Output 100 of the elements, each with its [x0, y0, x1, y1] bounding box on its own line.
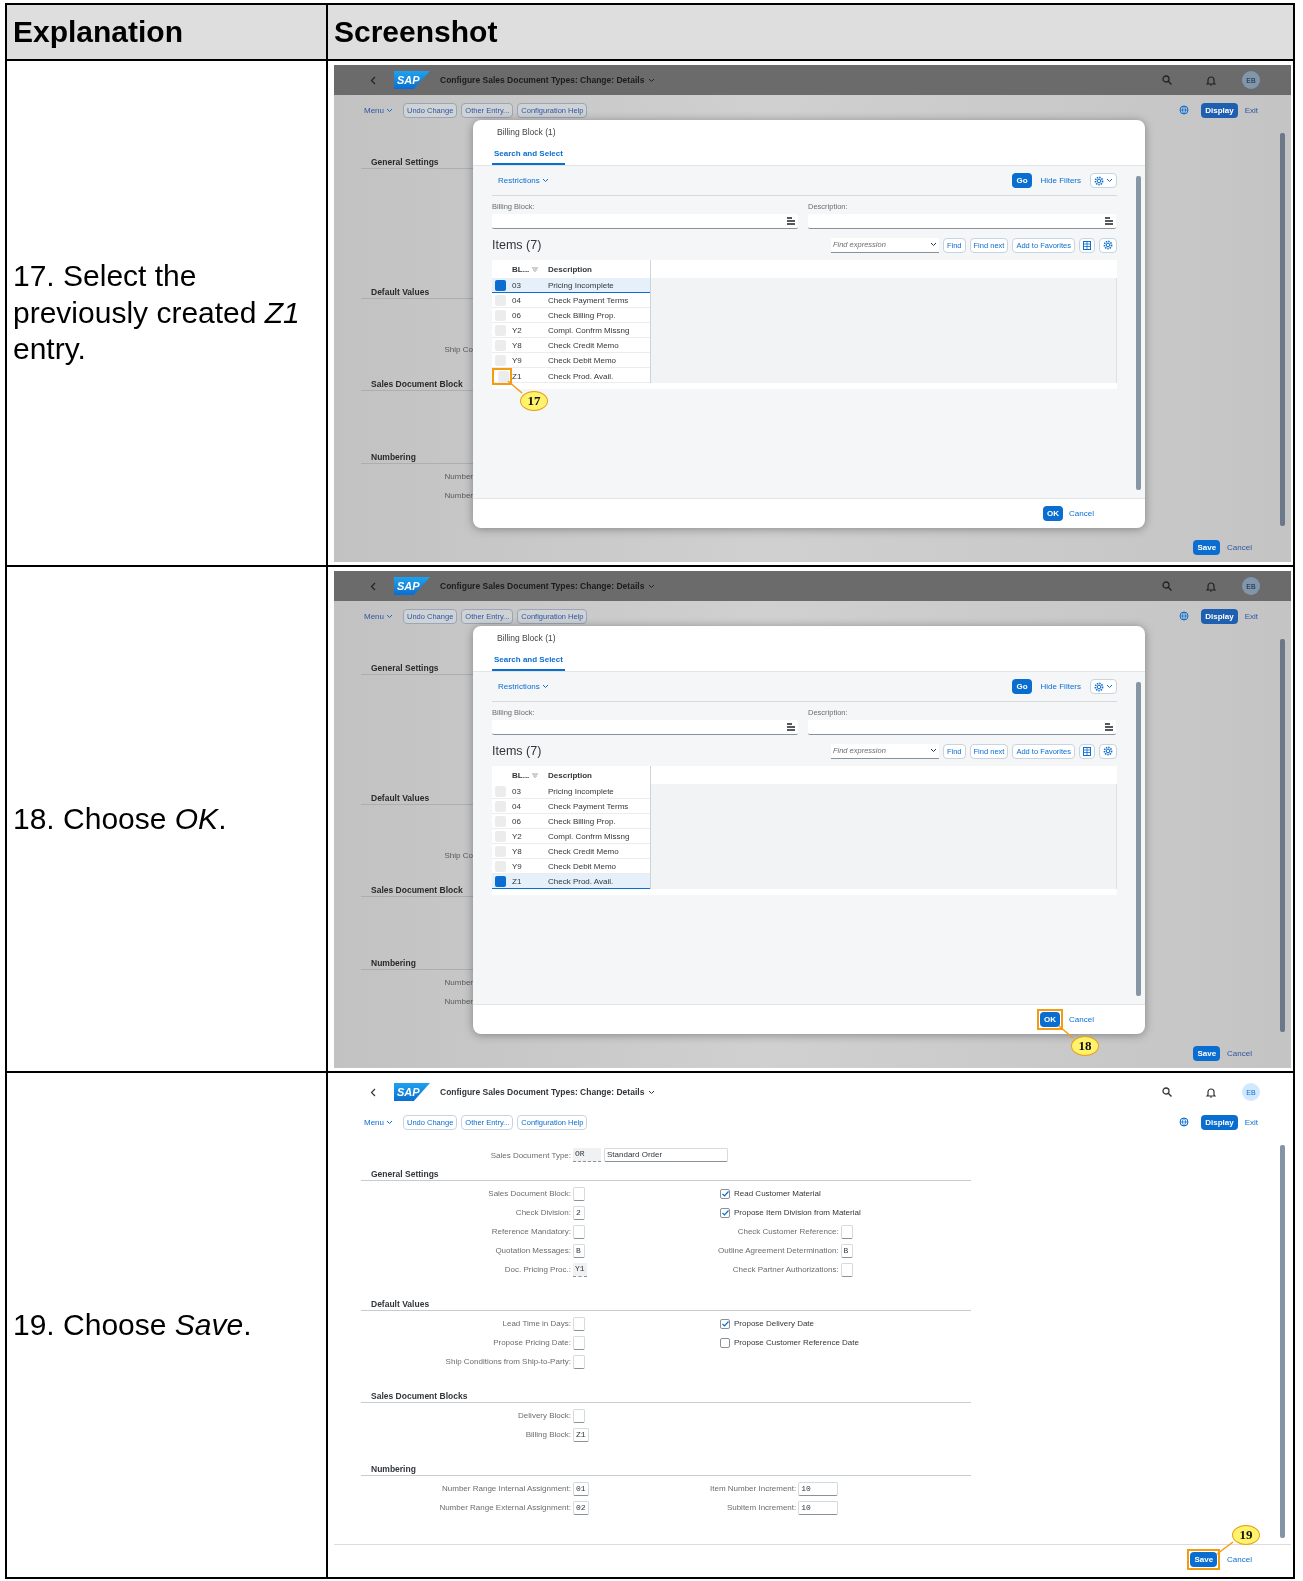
table-cell-text: Z1 — [511, 876, 523, 886]
hide-filters-button[interactable]: Hide Filters — [1037, 679, 1084, 694]
column-header: Explanation — [6, 4, 327, 60]
cancel-button[interactable]: Cancel — [1224, 1045, 1255, 1061]
exit-button[interactable]: Exit — [1241, 1114, 1261, 1130]
menu-button[interactable]: Menu — [361, 608, 396, 624]
input-field[interactable]: Standard Order — [604, 1148, 728, 1162]
ok-button[interactable]: OK — [1043, 506, 1064, 521]
table-settings-button[interactable] — [1099, 237, 1117, 253]
app-title-button[interactable]: Configure Sales Document Types: Change: Details — [440, 75, 656, 85]
input-field[interactable]: Z1 — [573, 1427, 589, 1442]
field-label: Number — [443, 490, 473, 502]
input-field[interactable]: 2 — [573, 1205, 585, 1220]
gear-icon — [1103, 746, 1113, 756]
display-button[interactable]: Display — [1201, 608, 1238, 624]
checkbox[interactable] — [720, 1207, 730, 1218]
value-help-icon[interactable] — [787, 217, 795, 225]
section-title: Numbering — [371, 451, 416, 462]
exit-button[interactable]: Exit — [1241, 102, 1261, 118]
step-number-badge: 17 — [520, 391, 548, 411]
restrictions-button[interactable]: Restrictions — [495, 679, 552, 694]
scrollbar[interactable] — [1136, 176, 1141, 490]
input-field[interactable]: Y1 — [573, 1262, 587, 1277]
menu-button[interactable]: Menu — [361, 102, 396, 118]
column-header[interactable]: Description — [546, 264, 650, 274]
globe-icon[interactable] — [1179, 611, 1190, 621]
gear-icon — [1094, 681, 1104, 692]
hide-filters-button[interactable]: Hide Filters — [1037, 173, 1084, 188]
app-title-button[interactable]: Configure Sales Document Types: Change: Details — [440, 1087, 656, 1097]
cancel-button[interactable]: Cancel — [1066, 506, 1097, 521]
input-field[interactable]: 10 — [798, 1481, 839, 1496]
field-label: Number Range Internal Assignment: — [442, 1484, 572, 1493]
table-cell-text: 06 — [511, 816, 522, 826]
column-header[interactable]: BL... — [510, 770, 546, 780]
export-button[interactable] — [1079, 237, 1095, 253]
input-field[interactable] — [808, 720, 1116, 735]
section-title: General Settings — [371, 156, 439, 167]
save-button[interactable]: Save — [1193, 539, 1221, 555]
field-label: Delivery Block: — [518, 1411, 572, 1420]
display-button[interactable]: Display — [1201, 102, 1238, 118]
row-checkbox[interactable] — [495, 294, 506, 306]
cancel-button[interactable]: Cancel — [1224, 539, 1255, 555]
settings-button[interactable] — [1090, 679, 1117, 694]
ok-button[interactable]: OK — [1040, 1012, 1061, 1027]
input-field[interactable]: B — [573, 1243, 585, 1258]
cancel-button[interactable]: Cancel — [1066, 1012, 1097, 1027]
exit-button[interactable]: Exit — [1241, 608, 1261, 624]
go-button[interactable]: Go — [1012, 173, 1032, 188]
bell-icon[interactable] — [1206, 1086, 1216, 1098]
menu-button[interactable]: Menu — [361, 1114, 396, 1130]
table-settings-button[interactable] — [1099, 743, 1117, 759]
restrictions-button[interactable]: Restrictions — [495, 173, 552, 188]
checkbox[interactable] — [720, 1188, 730, 1199]
search-icon[interactable] — [1162, 1087, 1172, 1097]
field-label: Subitem Increment: — [726, 1503, 798, 1512]
caret-icon — [929, 242, 937, 247]
table-title: Items (7) — [492, 238, 542, 252]
scrollbar[interactable] — [1280, 1145, 1285, 1538]
section-title: Default Values — [371, 286, 430, 297]
globe-icon[interactable] — [1179, 105, 1190, 115]
save-button[interactable]: Save — [1193, 1045, 1221, 1061]
column-header[interactable]: BL... — [510, 264, 546, 274]
row-checkbox[interactable] — [495, 875, 506, 887]
checkbox[interactable] — [720, 1337, 730, 1348]
display-button[interactable]: Display — [1201, 1114, 1238, 1130]
field-label: Item Number Increment: — [710, 1484, 798, 1493]
value-help-icon[interactable] — [1105, 723, 1113, 731]
input-field[interactable] — [492, 720, 798, 735]
chevron-left-icon[interactable] — [370, 1087, 376, 1097]
field-label: Number — [443, 977, 473, 989]
column-header[interactable]: Description — [546, 770, 650, 780]
scrollbar[interactable] — [1136, 682, 1141, 996]
value-help-icon[interactable] — [1105, 217, 1113, 225]
field-label: Ship Conditions from Ship-to-Party: — [445, 1357, 572, 1366]
globe-icon[interactable] — [1179, 1117, 1190, 1127]
scrollbar[interactable] — [1280, 133, 1285, 526]
input-field[interactable] — [492, 214, 798, 229]
checkbox[interactable] — [720, 1318, 730, 1329]
row-checkbox[interactable] — [498, 371, 509, 382]
caret-icon — [386, 107, 393, 113]
save-button[interactable]: Save — [1190, 1552, 1218, 1567]
logo: SAP — [394, 1083, 430, 1101]
table-cell-text: Compl. Confrm Missng — [547, 325, 631, 335]
row-checkbox[interactable] — [495, 279, 506, 291]
input-field[interactable]: 01 — [573, 1481, 589, 1496]
input-field[interactable]: 02 — [573, 1500, 589, 1515]
caret-icon — [929, 748, 937, 753]
input-field[interactable]: OR — [573, 1148, 601, 1162]
export-button[interactable] — [1079, 743, 1095, 759]
go-button[interactable]: Go — [1012, 679, 1032, 694]
cancel-button[interactable]: Cancel — [1224, 1552, 1255, 1567]
table-title: Items (7) — [492, 744, 542, 758]
value-help-icon[interactable] — [787, 723, 795, 731]
input-field[interactable]: B — [840, 1243, 853, 1258]
scrollbar[interactable] — [1280, 639, 1285, 1032]
settings-button[interactable] — [1090, 173, 1117, 188]
table-cell-text: Check Billing Prop. — [547, 816, 617, 826]
app-title-button[interactable]: Configure Sales Document Types: Change: Details — [440, 581, 656, 591]
input-field[interactable] — [808, 214, 1116, 229]
input-field[interactable]: 10 — [798, 1500, 839, 1515]
